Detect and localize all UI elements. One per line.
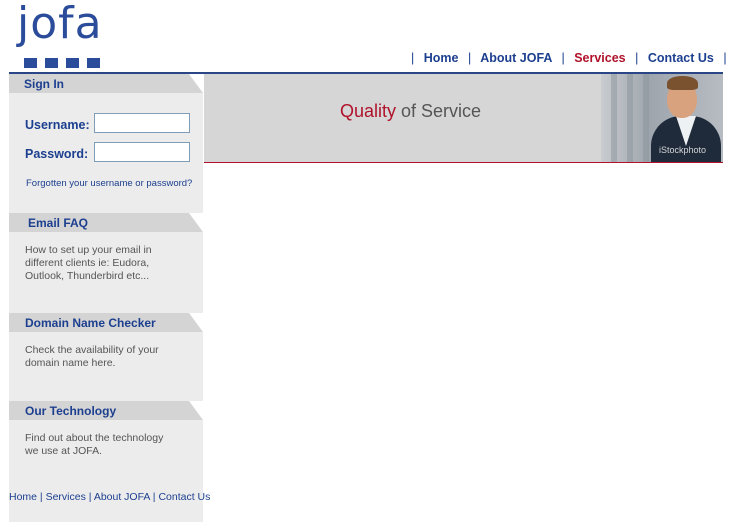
nav-separator: | [561,51,565,65]
text-line: How to set up your email in [25,244,152,256]
photo-watermark: iStockphoto [659,145,707,155]
logo-blocks [24,58,100,68]
text-line: Check the availability of your [25,344,159,356]
email-faq-description: How to set up your email in different cl… [25,244,152,283]
footer-about-link[interactable]: About JOFA [94,491,150,503]
email-faq-header[interactable]: Email FAQ [9,213,203,232]
corner-notch [189,313,203,332]
nav-separator: | [635,51,639,65]
nav-separator: | [723,51,727,65]
footer-navigation: Home | Services | About JOFA | Contact U… [9,491,210,503]
text-line: Find out about the technology [25,432,164,444]
banner-tagline: Quality of Service [340,101,481,122]
text-line: we use at JOFA. [25,445,103,457]
forgot-credentials-link[interactable]: Forgotten your username or password? [26,178,192,189]
password-label: Password: [25,147,89,161]
signin-title: Sign In [24,77,64,91]
corner-notch [189,74,203,93]
nav-services[interactable]: Services [574,51,625,65]
email-faq-title[interactable]: Email FAQ [28,216,88,230]
tagline-highlight: Quality [340,101,397,121]
nav-separator: | [411,51,415,65]
nav-about[interactable]: About JOFA [480,51,552,65]
nav-separator: | [467,51,472,65]
nav-contact[interactable]: Contact Us [648,51,714,65]
top-navigation: | Home | About JOFA | Services | Contact… [405,51,733,65]
corner-notch [189,401,203,420]
hero-banner: Quality of Service iStockphoto [204,74,723,162]
text-line: Outlook, Thunderbird etc... [25,270,150,282]
domain-checker-header[interactable]: Domain Name Checker [9,313,203,332]
technology-title[interactable]: Our Technology [25,404,116,418]
domain-checker-description: Check the availability of your domain na… [25,344,159,370]
corner-notch [189,213,203,232]
technology-description: Find out about the technology we use at … [25,432,163,458]
text-line: domain name here. [25,357,116,369]
technology-header[interactable]: Our Technology [9,401,203,420]
logo-wordmark: jofa [17,0,103,49]
businessman-photo: iStockphoto [601,74,723,162]
footer-separator: | [85,491,94,503]
footer-separator: | [37,491,46,503]
footer-home-link[interactable]: Home [9,491,37,503]
nav-home[interactable]: Home [424,51,459,65]
username-label: Username: [25,118,90,132]
footer-contact-link[interactable]: Contact Us [158,491,210,503]
domain-checker-title[interactable]: Domain Name Checker [25,316,156,330]
password-field[interactable] [94,142,190,162]
tagline-rest: of Service [396,101,482,121]
sidebar: Sign In Username: Password: Forgotten yo… [9,74,210,522]
footer-services-link[interactable]: Services [46,491,86,503]
text-line: different clients ie: Eudora, [25,257,150,269]
signin-header: Sign In [9,74,203,93]
username-field[interactable] [94,113,190,133]
jofa-logo[interactable]: jofa [17,0,107,68]
banner-underline [204,162,723,163]
